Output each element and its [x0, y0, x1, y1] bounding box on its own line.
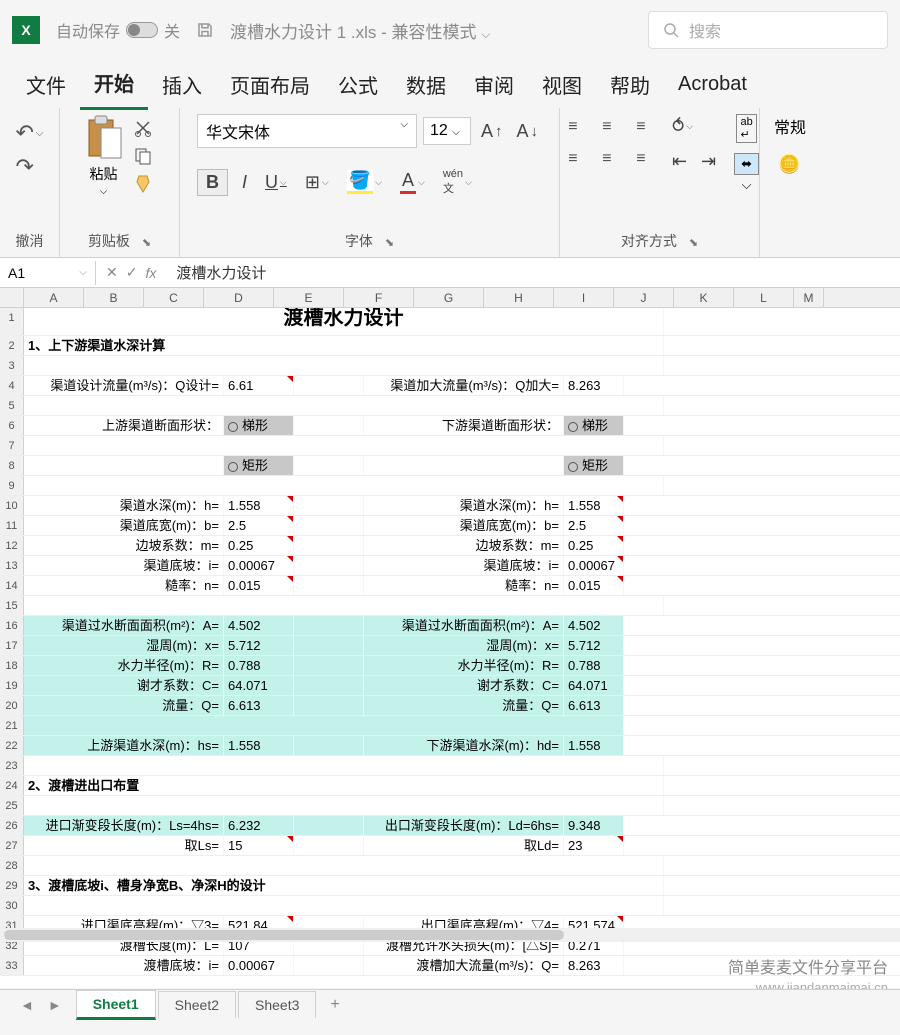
cell[interactable]: 1、上下游渠道水深计算	[24, 336, 664, 355]
format-painter-icon[interactable]	[133, 174, 153, 194]
cell[interactable]: 渠道加大流量(m³/s)：Q加大=	[364, 376, 564, 395]
add-sheet-button[interactable]: +	[318, 991, 351, 1019]
group-align-label: 对齐方式 ⬊	[621, 227, 698, 255]
col-header[interactable]: C	[144, 288, 204, 307]
col-header[interactable]: I	[554, 288, 614, 307]
undo-button[interactable]: ↶⌵	[15, 120, 43, 146]
sheet-tab[interactable]: Sheet2	[158, 991, 236, 1018]
redo-button[interactable]: ↷	[15, 154, 43, 180]
align-middle-icon[interactable]: ≡	[594, 114, 620, 140]
cut-icon[interactable]	[133, 118, 153, 138]
cell[interactable]: 6.61	[224, 376, 294, 395]
group-font-label: 字体 ⬊	[345, 227, 394, 255]
orientation-button[interactable]: ⥀⌵	[668, 114, 720, 139]
column-headers: A B C D E F G H I J K L M	[0, 288, 900, 308]
menu-formulas[interactable]: 公式	[324, 60, 392, 109]
menu-view[interactable]: 视图	[528, 60, 596, 109]
col-header[interactable]: D	[204, 288, 274, 307]
sheet-tab[interactable]: Sheet1	[76, 990, 156, 1020]
col-header[interactable]: M	[794, 288, 824, 307]
col-header[interactable]: L	[734, 288, 794, 307]
menu-acrobat[interactable]: Acrobat	[664, 63, 761, 106]
title-bar: X 自动保存 关 渡槽水力设计 1 .xls - 兼容性模式 ⌵ 搜索	[0, 0, 900, 60]
currency-icon[interactable]: 🪙	[774, 152, 804, 177]
col-header[interactable]: A	[24, 288, 84, 307]
col-header[interactable]: J	[614, 288, 674, 307]
increase-font-icon[interactable]: A↑	[477, 119, 507, 144]
cell[interactable]: 上游渠道断面形状：	[24, 416, 224, 435]
italic-button[interactable]: I	[238, 170, 251, 195]
col-header[interactable]: K	[674, 288, 734, 307]
col-header[interactable]: E	[274, 288, 344, 307]
formula-bar: A1⌵ ✕ ✓ fx 渡槽水力设计	[0, 258, 900, 288]
align-top-icon[interactable]: ≡	[560, 114, 586, 140]
select-all-corner[interactable]	[0, 288, 24, 307]
menu-insert[interactable]: 插入	[148, 60, 216, 109]
bold-button[interactable]: B	[197, 169, 228, 196]
name-box[interactable]: A1⌵	[0, 261, 96, 285]
search-icon	[663, 22, 679, 38]
save-icon[interactable]	[196, 21, 214, 39]
worksheet-grid[interactable]: A B C D E F G H I J K L M 1渡槽水力设计 21、上下游…	[0, 288, 900, 988]
horizontal-scrollbar[interactable]	[0, 928, 900, 942]
col-header[interactable]: G	[414, 288, 484, 307]
sheet-tab-bar: ◄ ► Sheet1 Sheet2 Sheet3 +	[0, 989, 900, 1019]
sheet-nav-next-icon[interactable]: ►	[48, 997, 62, 1013]
radio-option[interactable]: 矩形	[224, 456, 294, 475]
copy-icon[interactable]	[133, 146, 153, 166]
menu-review[interactable]: 审阅	[460, 60, 528, 109]
underline-button[interactable]: U⌵	[261, 170, 291, 195]
increase-indent-icon[interactable]: ⇥	[697, 149, 720, 174]
col-header[interactable]: F	[344, 288, 414, 307]
menu-bar: 文件 开始 插入 页面布局 公式 数据 审阅 视图 帮助 Acrobat	[0, 60, 900, 108]
border-button[interactable]: ⊞⌵	[301, 170, 333, 195]
phonetic-button[interactable]: wén文⌵	[439, 166, 476, 198]
menu-layout[interactable]: 页面布局	[216, 60, 324, 109]
document-title: 渡槽水力设计 1 .xls - 兼容性模式 ⌵	[230, 18, 490, 43]
menu-data[interactable]: 数据	[392, 60, 460, 109]
col-header[interactable]: B	[84, 288, 144, 307]
fill-color-button[interactable]: 🪣⌵	[343, 168, 386, 196]
search-input[interactable]: 搜索	[648, 11, 888, 49]
menu-home[interactable]: 开始	[80, 58, 148, 110]
group-undo-label: 撤消	[16, 227, 44, 255]
fx-icon[interactable]: fx	[145, 265, 156, 281]
radio-option[interactable]: 梯形	[224, 416, 294, 435]
align-right-icon[interactable]: ≡	[628, 146, 654, 172]
radio-option[interactable]: 梯形	[564, 416, 624, 435]
cell-title[interactable]: 渡槽水力设计	[24, 308, 664, 335]
ribbon: ↶⌵ ↷ 撤消 粘贴⌵ 剪贴板 ⬊ 华文宋体 ⌵ 12 ⌵ A↑ A↓	[0, 108, 900, 258]
decrease-indent-icon[interactable]: ⇤	[668, 149, 691, 174]
radio-option[interactable]: 矩形	[564, 456, 624, 475]
autosave-toggle[interactable]: 自动保存 关	[56, 18, 180, 42]
decrease-font-icon[interactable]: A↓	[513, 119, 543, 144]
font-size-select[interactable]: 12 ⌵	[423, 117, 471, 145]
merge-button[interactable]: ⬌⌵	[734, 153, 759, 193]
col-header[interactable]: H	[484, 288, 554, 307]
formula-input[interactable]: 渡槽水力设计	[166, 258, 900, 287]
wrap-text-button[interactable]: ab↵	[734, 114, 759, 143]
group-clipboard-label: 剪贴板 ⬊	[88, 227, 151, 255]
cancel-formula-icon[interactable]: ✕	[106, 264, 118, 281]
excel-icon: X	[12, 16, 40, 44]
cell[interactable]: 8.263	[564, 376, 624, 395]
align-center-icon[interactable]: ≡	[594, 146, 620, 172]
paste-button[interactable]: 粘贴⌵	[83, 114, 125, 197]
cell[interactable]: 渠道设计流量(m³/s)：Q设计=	[24, 376, 224, 395]
number-format-select[interactable]: 常规	[774, 114, 806, 138]
sheet-tab[interactable]: Sheet3	[238, 991, 316, 1018]
cell[interactable]: 下游渠道断面形状：	[364, 416, 564, 435]
align-left-icon[interactable]: ≡	[560, 146, 586, 172]
font-color-button[interactable]: A⌵	[396, 168, 429, 196]
sheet-nav-prev-icon[interactable]: ◄	[20, 997, 34, 1013]
font-name-select[interactable]: 华文宋体 ⌵	[197, 114, 417, 148]
align-bottom-icon[interactable]: ≡	[628, 114, 654, 140]
menu-help[interactable]: 帮助	[596, 60, 664, 109]
menu-file[interactable]: 文件	[12, 60, 80, 109]
enter-formula-icon[interactable]: ✓	[126, 264, 138, 281]
